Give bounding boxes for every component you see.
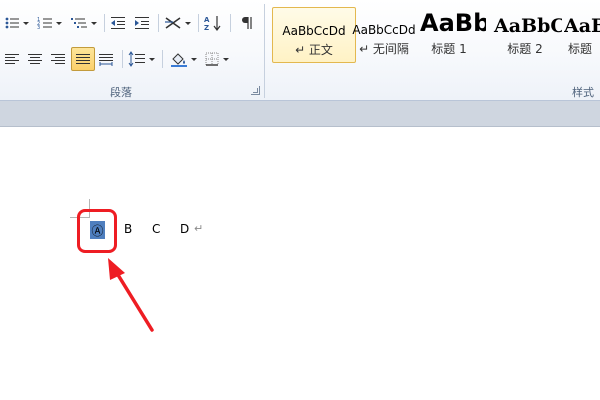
borders-button[interactable] — [204, 48, 229, 70]
numbered-list-icon: 1 2 3 — [37, 17, 52, 31]
align-right-button[interactable] — [50, 48, 66, 70]
line-spacing-button[interactable] — [128, 48, 155, 70]
paint-bucket-icon — [171, 53, 187, 67]
chevron-down-icon — [149, 57, 155, 61]
justify-button[interactable] — [71, 47, 95, 71]
styles-group: AaBbCcDd ↵ 正文 AaBbCcDd ↵ 无间隔 AaBb 标题 1 A… — [266, 0, 600, 101]
toolbar-separator — [198, 14, 199, 32]
bullets-button[interactable] — [4, 12, 29, 34]
align-center-icon — [28, 54, 42, 64]
chevron-down-icon — [191, 57, 197, 61]
paragraph-group: 1 2 3 A Z 段落 — [0, 0, 264, 101]
align-right-icon — [51, 54, 65, 64]
annotation-arrow — [108, 258, 154, 332]
borders-icon — [205, 52, 219, 66]
align-center-button[interactable] — [27, 48, 43, 70]
align-left-icon — [5, 54, 19, 64]
increase-indent-button[interactable] — [134, 12, 150, 34]
chevron-down-icon — [56, 21, 62, 25]
style-name: ↵ 正文 — [295, 43, 333, 57]
group-separator — [264, 4, 265, 98]
distributed-align-icon — [99, 54, 113, 66]
bullet-list-icon — [5, 17, 19, 29]
decrease-indent-icon — [111, 17, 125, 29]
svg-text:Z: Z — [204, 24, 209, 31]
toolbar-separator — [122, 50, 123, 68]
chevron-down-icon — [91, 21, 97, 25]
style-name: 标题 — [568, 42, 593, 56]
chevron-down-icon — [185, 21, 191, 25]
line-spacing-icon — [128, 51, 145, 67]
chevron-down-icon — [223, 57, 229, 61]
ruler-band — [0, 101, 600, 127]
style-sample: AaBb — [420, 9, 486, 37]
style-sample: AaBb — [564, 15, 600, 37]
sort-az-icon: A Z — [204, 16, 221, 31]
paragraph-dialog-launcher-icon[interactable] — [251, 86, 260, 95]
increase-indent-icon — [135, 17, 149, 29]
style-name: 标题 2 — [507, 42, 543, 56]
shading-button[interactable] — [170, 48, 197, 70]
word-window: 1 2 3 A Z 段落 AaBbCcDd ↵ 正文 AaBbCcDd ↵ 无间… — [0, 0, 600, 400]
style-name: 标题 1 — [431, 42, 467, 56]
style-sample: AaBbC — [494, 15, 562, 37]
style-heading-2[interactable]: AaBbC 标题 2 — [488, 7, 562, 63]
show-hide-marks-button[interactable] — [238, 12, 254, 34]
styles-group-label: 样式 — [572, 86, 594, 99]
paragraph-group-label: 段落 — [110, 86, 132, 99]
chinese-layout-button[interactable] — [164, 12, 191, 34]
chinese-layout-icon — [165, 17, 181, 29]
document-page[interactable]: Ⓐ B C D ↵ — [0, 127, 600, 400]
svg-text:3: 3 — [37, 25, 40, 31]
decrease-indent-button[interactable] — [110, 12, 126, 34]
style-heading-1[interactable]: AaBb 标题 1 — [412, 7, 486, 63]
toolbar-separator — [158, 14, 159, 32]
ribbon: 1 2 3 A Z 段落 AaBbCcDd ↵ 正文 AaBbCcDd ↵ 无间… — [0, 0, 600, 101]
multilevel-list-icon — [71, 18, 87, 28]
toolbar-separator — [104, 14, 105, 32]
numbering-button[interactable]: 1 2 3 — [37, 12, 62, 34]
multilevel-list-button[interactable] — [70, 12, 97, 34]
distributed-button[interactable] — [98, 48, 114, 70]
style-name: ↵ 无间隔 — [359, 42, 409, 56]
sort-button[interactable]: A Z — [204, 12, 222, 34]
chevron-down-icon — [23, 21, 29, 25]
align-left-button[interactable] — [4, 48, 20, 70]
paragraph-mark-icon — [242, 17, 252, 29]
svg-text:A: A — [204, 16, 210, 24]
toolbar-separator — [162, 50, 163, 68]
style-title[interactable]: AaBb 标题 — [564, 7, 600, 63]
toolbar-separator — [230, 14, 231, 32]
justify-icon — [76, 54, 90, 64]
